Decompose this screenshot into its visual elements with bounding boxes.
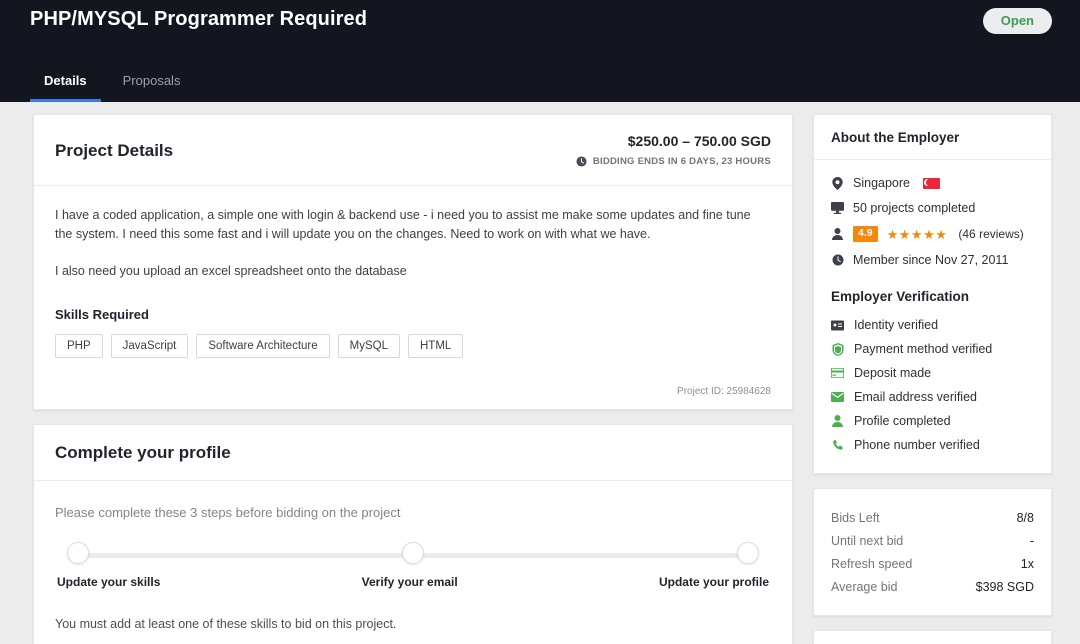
person-icon — [831, 415, 844, 428]
employer-rating-row: 4.9 ★★★★★ (46 reviews) — [831, 226, 1034, 242]
bid-stats-card: Bids Left 8/8 Until next bid - Refresh s… — [813, 488, 1052, 616]
about-employer-title: About the Employer — [831, 130, 960, 145]
clock-icon — [575, 155, 588, 168]
employer-member-since: Member since Nov 27, 2011 — [853, 253, 1009, 267]
stepper-labels: Update your skills Verify your email Upd… — [57, 575, 769, 589]
stepper-label-verify-email: Verify your email — [361, 575, 458, 589]
bid-stat-value: 1x — [1020, 557, 1034, 571]
project-details-body: I have a coded application, a simple one… — [34, 186, 792, 409]
location-pin-icon — [831, 176, 844, 190]
tab-details[interactable]: Details — [30, 63, 101, 102]
bid-stat-row-average-bid: Average bid $398 SGD — [831, 576, 1034, 599]
skill-chip[interactable]: Software Architecture — [196, 334, 330, 358]
verification-label: Payment method verified — [854, 342, 993, 356]
profile-stepper — [67, 542, 759, 566]
tab-bar: Details Proposals — [30, 63, 194, 102]
skill-chip[interactable]: PHP — [55, 334, 103, 358]
bid-stat-key: Until next bid — [831, 534, 904, 548]
complete-profile-card: Complete your profile Please complete th… — [33, 424, 793, 644]
employer-member-since-row: Member since Nov 27, 2011 — [831, 253, 1034, 267]
verification-label: Profile completed — [854, 414, 951, 428]
description-paragraph-2: I also need you upload an excel spreadsh… — [55, 264, 407, 278]
employer-location-row: Singapore — [831, 176, 1034, 190]
employer-location: Singapore — [853, 176, 910, 190]
person-icon — [831, 228, 844, 241]
verification-row-phone: Phone number verified — [831, 433, 1034, 457]
main-column: Project Details $250.00 – 750.00 SGD BID… — [33, 114, 793, 644]
rating-review-count: (46 reviews) — [958, 227, 1024, 241]
project-details-card: Project Details $250.00 – 750.00 SGD BID… — [33, 114, 793, 410]
verification-label: Deposit made — [854, 366, 932, 380]
sidebar-column: About the Employer Singapore 50 projects… — [813, 114, 1052, 644]
status-badge: Open — [982, 8, 1052, 34]
credit-card-icon — [831, 367, 844, 380]
budget-amount: $250.00 – 750.00 SGD — [627, 133, 771, 149]
project-details-header: Project Details $250.00 – 750.00 SGD BID… — [34, 115, 792, 186]
project-details-title: Project Details — [55, 140, 174, 160]
rating-stars-icon: ★★★★★ — [886, 226, 948, 242]
phone-icon — [831, 439, 844, 452]
rating-score-badge: 4.9 — [853, 226, 878, 242]
app-header: PHP/MYSQL Programmer Required Open Detai… — [0, 0, 1080, 102]
verification-label: Phone number verified — [854, 438, 980, 452]
complete-profile-title: Complete your profile — [55, 443, 231, 462]
complete-profile-note: Please complete these 3 steps before bid… — [55, 505, 401, 520]
stepper-dot-verify-email[interactable] — [402, 542, 424, 564]
bid-stat-key: Refresh speed — [831, 557, 913, 571]
bid-stat-value: - — [1029, 534, 1034, 548]
bid-stat-key: Bids Left — [831, 511, 880, 525]
shield-icon — [831, 342, 844, 356]
skills-required-heading: Skills Required — [55, 307, 149, 322]
skills-requirement-note: You must add at least one of these skill… — [55, 617, 397, 631]
envelope-icon — [831, 391, 844, 404]
employer-projects-completed: 50 projects completed — [853, 201, 976, 215]
page-content: Project Details $250.00 – 750.00 SGD BID… — [0, 102, 1080, 644]
budget-block: $250.00 – 750.00 SGD BIDDING ENDS IN 6 D… — [575, 133, 771, 168]
complete-profile-body: Please complete these 3 steps before bid… — [34, 481, 792, 644]
monitor-icon — [831, 202, 844, 215]
skills-chip-list: PHP JavaScript Software Architecture MyS… — [55, 334, 771, 358]
skill-chip[interactable]: MySQL — [337, 334, 400, 358]
about-employer-body: Singapore 50 projects completed 4.9 ★★★★… — [814, 160, 1051, 473]
sidebar-next-card-partial — [813, 630, 1052, 644]
skill-chip[interactable]: HTML — [408, 334, 464, 358]
singapore-flag-icon — [923, 177, 940, 189]
complete-profile-header: Complete your profile — [34, 425, 792, 481]
bid-stat-value: 8/8 — [1016, 511, 1034, 525]
skill-chip[interactable]: JavaScript — [110, 334, 189, 358]
verification-label: Email address verified — [854, 390, 977, 404]
verification-row-deposit: Deposit made — [831, 361, 1034, 385]
verification-row-email: Email address verified — [831, 385, 1034, 409]
bid-stats-body: Bids Left 8/8 Until next bid - Refresh s… — [814, 489, 1051, 615]
bid-stat-row-until-next-bid: Until next bid - — [831, 530, 1034, 553]
verification-row-payment: Payment method verified — [831, 337, 1034, 361]
bid-stat-row-refresh-speed: Refresh speed 1x — [831, 553, 1034, 576]
clock-icon — [831, 254, 844, 267]
project-id: Project ID: 25984628 — [677, 386, 771, 397]
verification-label: Identity verified — [854, 318, 939, 332]
stepper-dot-update-profile[interactable] — [737, 542, 759, 564]
bid-stat-row-bids-left: Bids Left 8/8 — [831, 507, 1034, 530]
about-employer-card: About the Employer Singapore 50 projects… — [813, 114, 1052, 474]
tab-proposals[interactable]: Proposals — [109, 63, 195, 102]
bid-stat-value: $398 SGD — [975, 580, 1034, 594]
stepper-label-update-profile: Update your profile — [658, 575, 769, 589]
id-card-icon — [831, 319, 844, 332]
bid-stat-key: Average bid — [831, 580, 898, 594]
bidding-deadline: BIDDING ENDS IN 6 DAYS, 23 HOURS — [575, 155, 771, 168]
employer-projects-row: 50 projects completed — [831, 201, 1034, 215]
employer-verification-title: Employer Verification — [831, 289, 970, 304]
bidding-deadline-text: BIDDING ENDS IN 6 DAYS, 23 HOURS — [592, 156, 771, 167]
verification-row-profile: Profile completed — [831, 409, 1034, 433]
page-title: PHP/MYSQL Programmer Required — [30, 8, 368, 30]
description-paragraph-1: I have a coded application, a simple one… — [55, 208, 751, 241]
about-employer-header: About the Employer — [814, 115, 1051, 160]
stepper-dot-update-skills[interactable] — [67, 542, 89, 564]
verification-row-identity: Identity verified — [831, 313, 1034, 337]
stepper-label-update-skills: Update your skills — [57, 575, 161, 589]
